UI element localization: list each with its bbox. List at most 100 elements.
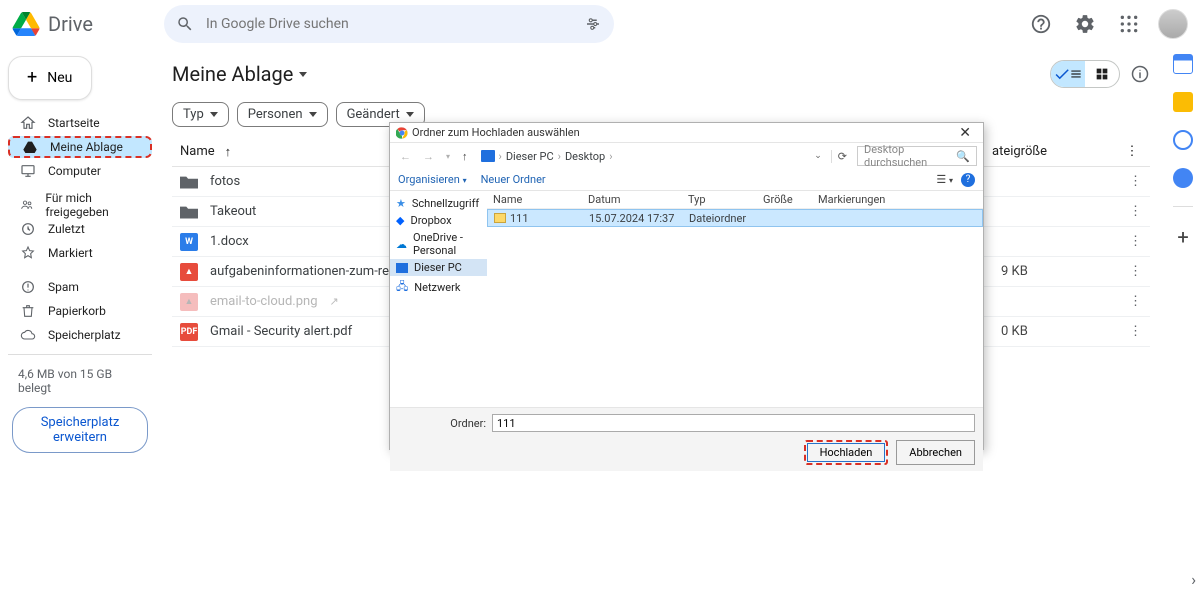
sidebar-item-home[interactable]: Startseite <box>8 112 152 134</box>
dropbox[interactable]: ◆Dropbox <box>390 212 487 229</box>
star-blue-icon: ★ <box>396 197 406 210</box>
organize-menu[interactable]: Organisieren ▾ <box>398 173 467 186</box>
chip-people[interactable]: Personen <box>237 102 328 127</box>
col-name[interactable]: Name <box>180 144 215 160</box>
dialog-list-header: Name Datum Typ Größe Markierungen <box>487 191 983 209</box>
add-addon-icon[interactable]: + <box>1177 225 1188 249</box>
close-icon[interactable]: ✕ <box>953 125 977 141</box>
image-icon: ▲ <box>180 263 198 281</box>
help-blue-icon[interactable]: ? <box>961 173 975 187</box>
settings-icon[interactable] <box>1070 9 1100 39</box>
apps-icon[interactable] <box>1114 9 1144 39</box>
drive-icon <box>22 139 38 155</box>
dialog-search[interactable]: Desktop durchsuchen 🔍 <box>857 146 977 166</box>
computer-icon <box>20 163 36 179</box>
keep-icon[interactable] <box>1173 92 1193 112</box>
sidebar: + Neu Startseite Meine Ablage Computer F… <box>0 48 160 591</box>
chip-label: Geändert <box>347 107 400 122</box>
col-tags[interactable]: Markierungen <box>812 193 891 206</box>
sidebar-item-spam[interactable]: Spam <box>8 276 152 298</box>
sidebar-item-label: Computer <box>48 164 101 178</box>
dialog-sidebar: ★Schnellzugriff ◆Dropbox ☁OneDrive - Per… <box>390 191 487 407</box>
col-size[interactable]: Größe <box>757 193 812 206</box>
info-icon[interactable] <box>1130 64 1150 84</box>
pdf-icon: PDF <box>180 323 198 341</box>
sidebar-item-shared[interactable]: Für mich freigegeben <box>8 194 152 216</box>
cancel-button[interactable]: Abbrechen <box>896 440 975 465</box>
more-icon[interactable]: ⋮ <box>1129 234 1142 249</box>
more-icon[interactable]: ⋮ <box>1122 144 1142 159</box>
show-side-panel-icon[interactable]: › <box>1191 570 1196 589</box>
account-avatar[interactable] <box>1158 9 1188 39</box>
onedrive[interactable]: ☁OneDrive - Personal <box>390 229 487 259</box>
sidebar-item-label: Speicherplatz <box>48 328 121 342</box>
more-icon[interactable]: ⋮ <box>1129 204 1142 219</box>
search-bar[interactable] <box>164 5 614 43</box>
expand-storage-button[interactable]: Speicherplatz erweitern <box>12 407 148 453</box>
sidebar-item-label: Startseite <box>48 116 100 130</box>
search-icon <box>176 15 194 33</box>
folder-icon <box>180 205 198 219</box>
item-date: 15.07.2024 17:37 <box>583 212 683 225</box>
view-toggle[interactable] <box>1050 60 1120 88</box>
sidebar-item-starred[interactable]: Markiert <box>8 242 152 264</box>
more-icon[interactable]: ⋮ <box>1129 264 1142 279</box>
file-size: 0 KB <box>1001 324 1121 339</box>
sidebar-item-mydrive[interactable]: Meine Ablage <box>8 136 152 158</box>
sidebar-item-label: Zuletzt <box>48 222 85 236</box>
search-options-icon[interactable] <box>584 15 602 33</box>
list-view-icon[interactable] <box>1051 61 1085 87</box>
file-name: fotos <box>210 174 240 189</box>
sort-up-icon[interactable]: ↑ <box>225 144 232 160</box>
sidebar-item-computers[interactable]: Computer <box>8 160 152 182</box>
pc-icon <box>396 263 408 273</box>
folder-name-input[interactable] <box>492 414 975 432</box>
app-name: Drive <box>48 12 93 36</box>
dropbox-icon: ◆ <box>396 214 404 227</box>
crumb-desktop[interactable]: Desktop <box>565 150 605 163</box>
tasks-icon[interactable] <box>1173 130 1193 150</box>
drive-logo-icon <box>12 10 40 38</box>
network[interactable]: 🖧Netzwerk <box>390 276 487 299</box>
upload-button[interactable]: Hochladen <box>807 443 886 462</box>
logo-area[interactable]: Drive <box>12 10 152 38</box>
breadcrumb[interactable]: › Dieser PC › Desktop › ⌄ <box>476 146 827 166</box>
chip-type[interactable]: Typ <box>172 102 229 127</box>
star-icon <box>20 245 36 261</box>
crumb-pc[interactable]: Dieser PC <box>506 150 554 163</box>
nav-up-icon[interactable]: ↑ <box>458 150 472 163</box>
dialog-toolbar: Organisieren ▾ Neuer Ordner ☰ ▾ ? <box>390 169 983 191</box>
sidebar-item-recent[interactable]: Zuletzt <box>8 218 152 240</box>
new-button[interactable]: + Neu <box>8 56 92 100</box>
page-title[interactable]: Meine Ablage <box>172 62 307 86</box>
page-title-text: Meine Ablage <box>172 62 293 86</box>
col-name[interactable]: Name <box>487 193 582 206</box>
search-input[interactable] <box>206 16 572 32</box>
dialog-footer: Ordner: Hochladen Abbrechen <box>390 407 983 471</box>
help-icon[interactable] <box>1026 9 1056 39</box>
sidebar-item-trash[interactable]: Papierkorb <box>8 300 152 322</box>
quick-access[interactable]: ★Schnellzugriff <box>390 195 487 212</box>
col-size[interactable]: ateigröße <box>992 144 1112 159</box>
pc-icon <box>481 150 495 162</box>
view-mode-icon[interactable]: ☰ ▾ <box>936 173 953 186</box>
grid-view-icon[interactable] <box>1085 61 1119 87</box>
sidebar-item-storage[interactable]: Speicherplatz <box>8 324 152 346</box>
nav-forward-icon[interactable]: → <box>419 150 438 163</box>
plus-icon: + <box>27 71 37 85</box>
calendar-icon[interactable] <box>1173 54 1193 74</box>
more-icon[interactable]: ⋮ <box>1129 324 1142 339</box>
crumb-dropdown-icon[interactable]: ⌄ <box>814 151 822 161</box>
more-icon[interactable]: ⋮ <box>1129 294 1142 309</box>
dialog-list-row[interactable]: 111 15.07.2024 17:37 Dateiordner <box>487 209 983 227</box>
this-pc[interactable]: Dieser PC <box>390 259 487 276</box>
refresh-icon[interactable]: ⟳ <box>831 150 853 163</box>
new-folder-button[interactable]: Neuer Ordner <box>481 173 546 186</box>
more-icon[interactable]: ⋮ <box>1129 174 1142 189</box>
contacts-icon[interactable] <box>1173 168 1193 188</box>
col-type[interactable]: Typ <box>682 193 757 206</box>
file-name: 1.docx <box>210 234 249 249</box>
col-date[interactable]: Datum <box>582 193 682 206</box>
nav-back-icon[interactable]: ← <box>396 150 415 163</box>
nav-history-icon[interactable]: ▾ <box>442 152 454 161</box>
